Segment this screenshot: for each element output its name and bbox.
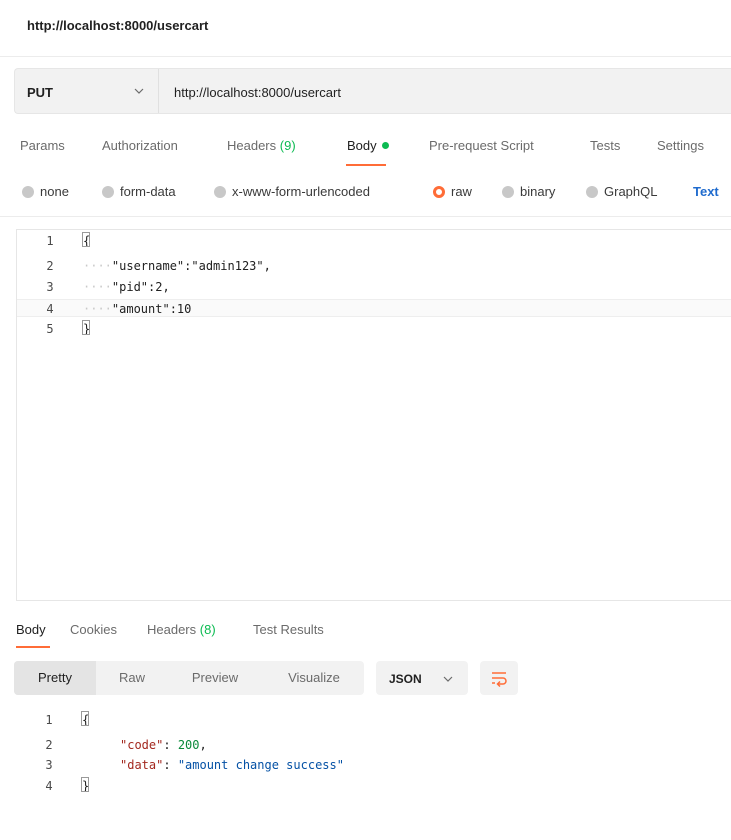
radio-form-data[interactable]: form-data — [102, 184, 176, 199]
close-brace: } — [81, 320, 91, 336]
radio-raw[interactable]: raw — [433, 184, 472, 199]
resp-tab-headers[interactable]: Headers (8) — [147, 622, 216, 637]
radio-urlencoded[interactable]: x-www-form-urlencoded — [214, 184, 370, 199]
radio-graphql-label: GraphQL — [604, 184, 658, 199]
radio-selected-icon — [433, 186, 445, 198]
json-key-code: "code" — [120, 738, 164, 752]
response-body-viewer[interactable]: 1 { 2 "code": 200, 3 "data": "amount cha… — [16, 711, 731, 811]
tab-headers-label: Headers — [227, 138, 277, 153]
request-body-editor[interactable]: 1 { 2 ····"username":"admin123", 3 ····"… — [16, 229, 731, 601]
resp-tab-body[interactable]: Body — [16, 622, 46, 637]
url-bar: PUT http://localhost:8000/usercart — [14, 68, 731, 114]
json-value-data: "amount change success" — [177, 758, 344, 772]
line-number: 2 — [46, 259, 54, 273]
json-key-pid: "pid" — [111, 280, 149, 294]
response-format-label: JSON — [389, 672, 422, 686]
radio-none[interactable]: none — [22, 184, 69, 199]
tab-headers-count: (9) — [279, 138, 296, 153]
code-line: 1 { — [17, 232, 731, 250]
line-number: 4 — [45, 779, 53, 793]
tab-headers[interactable]: Headers (9) — [227, 138, 296, 153]
json-value-username: :"admin123", — [184, 259, 271, 273]
chevron-down-icon — [134, 88, 144, 94]
code-text: ····"username":"admin123", — [83, 259, 271, 273]
response-view-toggle: Pretty Raw Preview Visualize — [14, 661, 364, 695]
radio-form-data-label: form-data — [120, 184, 176, 199]
line-number: 3 — [45, 758, 53, 772]
code-text: "code": 200, — [120, 738, 207, 752]
body-format-select[interactable]: Text — [693, 184, 719, 199]
line-number: 1 — [46, 234, 54, 248]
line-number: 5 — [46, 322, 54, 336]
code-line: 3 "data": "amount change success" — [16, 756, 731, 774]
view-visualize-button[interactable]: Visualize — [270, 661, 358, 695]
line-number: 3 — [46, 280, 54, 294]
tab-body-label: Body — [347, 138, 377, 153]
tab-pre-request-script[interactable]: Pre-request Script — [429, 138, 534, 153]
radio-binary[interactable]: binary — [502, 184, 555, 199]
code-text: "data": "amount change success" — [120, 758, 344, 772]
body-type-options: none form-data x-www-form-urlencoded raw… — [0, 178, 731, 206]
radio-urlencoded-label: x-www-form-urlencoded — [232, 184, 370, 199]
wrap-lines-icon — [492, 672, 507, 687]
resp-tab-cookies[interactable]: Cookies — [70, 622, 117, 637]
code-line: 5 } — [17, 320, 731, 338]
code-text: ····"pid":2, — [83, 280, 170, 294]
json-value-amount: :10 — [169, 302, 192, 316]
open-brace: { — [81, 232, 91, 248]
radio-icon — [22, 186, 34, 198]
code-line: 3 ····"pid":2, — [17, 278, 731, 296]
json-key-data: "data" — [120, 758, 164, 772]
request-tabs: Params Authorization Headers (9) Body Pr… — [0, 130, 731, 166]
view-preview-button[interactable]: Preview — [176, 661, 254, 695]
json-value-pid: :2, — [148, 280, 170, 294]
wrap-lines-button[interactable] — [480, 661, 518, 695]
tab-tests[interactable]: Tests — [590, 138, 620, 153]
code-text: ····"amount":10 — [83, 302, 192, 316]
open-brace: { — [80, 711, 90, 727]
code-line: 2 ····"username":"admin123", — [17, 257, 731, 275]
divider — [0, 216, 731, 217]
resp-tab-headers-label: Headers — [147, 622, 197, 637]
code-line: 4 } — [16, 777, 731, 795]
active-response-tab-indicator — [16, 646, 50, 648]
code-line: 2 "code": 200, — [16, 736, 731, 754]
method-select[interactable]: PUT — [15, 69, 159, 113]
json-key-amount: "amount" — [111, 302, 170, 316]
line-number: 4 — [46, 302, 54, 316]
tab-title-bar: http://localhost:8000/usercart — [0, 0, 731, 57]
radio-raw-label: raw — [451, 184, 472, 199]
close-brace: } — [80, 777, 90, 793]
tab-settings[interactable]: Settings — [657, 138, 704, 153]
url-input[interactable]: http://localhost:8000/usercart — [174, 85, 341, 100]
tab-authorization[interactable]: Authorization — [102, 138, 178, 153]
tab-body[interactable]: Body — [347, 138, 389, 153]
json-key-username: "username" — [111, 259, 185, 273]
resp-tab-headers-count: (8) — [199, 622, 216, 637]
radio-binary-label: binary — [520, 184, 556, 199]
chevron-down-icon — [443, 676, 453, 682]
view-raw-button[interactable]: Raw — [106, 661, 158, 695]
resp-tab-test-results[interactable]: Test Results — [253, 622, 324, 637]
code-line-active: 4 ····"amount":10 — [17, 299, 731, 317]
radio-icon — [214, 186, 226, 198]
radio-none-label: none — [40, 184, 69, 199]
view-pretty-button[interactable]: Pretty — [14, 661, 96, 695]
response-format-select[interactable]: JSON — [376, 661, 468, 695]
method-label: PUT — [27, 85, 53, 100]
radio-icon — [502, 186, 514, 198]
line-number: 1 — [45, 713, 53, 727]
radio-icon — [586, 186, 598, 198]
tab-params[interactable]: Params — [20, 138, 65, 153]
status-dot-icon — [381, 142, 389, 149]
request-title: http://localhost:8000/usercart — [27, 18, 209, 33]
active-tab-indicator — [346, 164, 386, 166]
radio-graphql[interactable]: GraphQL — [586, 184, 657, 199]
code-line: 1 { — [16, 711, 731, 729]
json-value-code: 200 — [177, 738, 200, 752]
line-number: 2 — [45, 738, 53, 752]
response-tabs: Body Cookies Headers (8) Test Results — [0, 612, 731, 648]
radio-icon — [102, 186, 114, 198]
